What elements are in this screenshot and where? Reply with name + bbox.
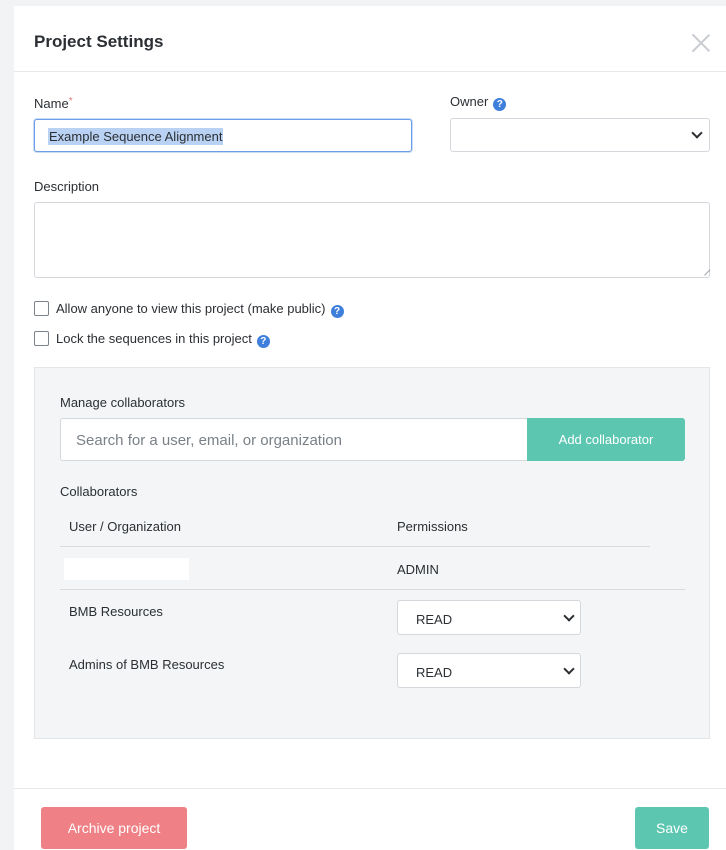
name-label: Name* <box>34 96 73 111</box>
add-collaborator-button[interactable]: Add collaborator <box>527 418 685 461</box>
help-icon[interactable]: ? <box>330 305 344 318</box>
name-input[interactable]: Example Sequence Alignment <box>34 119 412 152</box>
collaborator-search-input[interactable]: Search for a user, email, or organizatio… <box>60 418 530 461</box>
chevron-down-icon <box>563 610 575 622</box>
permission-admin: ADMIN <box>397 562 439 577</box>
owner-select[interactable] <box>450 118 710 152</box>
permission-select-value: READ <box>416 665 453 680</box>
collaborators-label: Collaborators <box>60 484 138 499</box>
save-button[interactable]: Save <box>635 807 709 849</box>
name-input-value: Example Sequence Alignment <box>48 128 224 145</box>
row-divider <box>60 589 685 590</box>
column-header-user: User / Organization <box>69 519 181 534</box>
permission-select-bmb-resources[interactable]: READ <box>397 600 581 635</box>
footer-divider <box>14 788 726 789</box>
project-settings-modal: Project Settings Name* Example Sequence … <box>14 6 726 850</box>
owner-label-text: Owner <box>450 94 489 109</box>
collaborator-name-admins-bmb: Admins of BMB Resources <box>69 657 225 672</box>
resize-grip-icon[interactable] <box>699 264 711 276</box>
table-header-divider <box>60 546 650 547</box>
help-icon[interactable]: ? <box>493 98 507 111</box>
lock-sequences-row[interactable]: Lock the sequences in this project? <box>34 331 270 348</box>
make-public-label: Allow anyone to view this project (make … <box>56 301 326 316</box>
collaborator-name-bmb-resources: BMB Resources <box>69 604 163 619</box>
modal-header: Project Settings <box>14 6 726 72</box>
modal-title: Project Settings <box>34 32 164 51</box>
column-header-permissions: Permissions <box>397 519 468 534</box>
redacted-user-name <box>64 558 189 580</box>
collaborators-panel: Manage collaborators Search for a user, … <box>34 367 710 739</box>
lock-sequences-checkbox[interactable] <box>34 331 49 346</box>
make-public-checkbox[interactable] <box>34 301 49 316</box>
owner-label: Owner? <box>450 94 507 111</box>
help-icon[interactable]: ? <box>256 335 270 348</box>
chevron-down-icon <box>691 127 703 139</box>
description-label: Description <box>34 179 100 194</box>
archive-project-button[interactable]: Archive project <box>41 807 187 849</box>
make-public-row[interactable]: Allow anyone to view this project (make … <box>34 301 344 318</box>
manage-collaborators-label: Manage collaborators <box>60 395 186 410</box>
permission-select-value: READ <box>416 612 453 627</box>
close-icon[interactable] <box>690 32 712 54</box>
lock-sequences-label: Lock the sequences in this project <box>56 331 252 346</box>
chevron-down-icon <box>563 663 575 675</box>
required-mark: * <box>68 96 73 107</box>
name-label-text: Name <box>34 96 69 111</box>
permission-select-admins-bmb[interactable]: READ <box>397 653 581 688</box>
description-textarea[interactable] <box>34 202 711 278</box>
